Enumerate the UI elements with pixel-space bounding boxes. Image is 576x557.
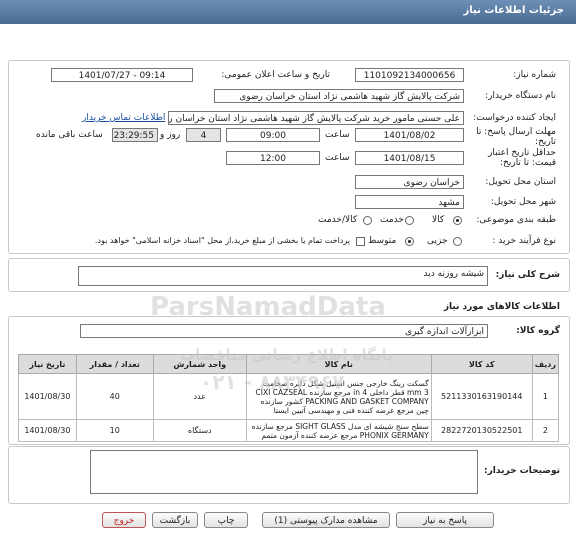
table-row: 2 2822720130522501 سطح سنج شیشه ای مدل S…	[18, 419, 560, 442]
price-date-field: 1401/08/15	[355, 151, 464, 165]
col-qty: تعداد / مقدار	[75, 354, 154, 374]
goods-table: ردیف کد کالا نام کالا واحد شمارش تعداد /…	[18, 354, 560, 442]
page-title: جزئیات اطلاعات نیاز	[463, 5, 564, 16]
watermark-brand: ParsNamadData	[150, 292, 386, 322]
cell-name: سطح سنج شیشه ای مدل SIGHT GLASS مرجع ساز…	[245, 419, 432, 442]
days-field: 4	[186, 128, 221, 142]
back-button[interactable]: بازگشت	[152, 512, 198, 528]
cell-code: 5211330163190144	[430, 373, 533, 420]
watermark-line2: ۰۲۱ - ۸۸۳۴۹۶۷	[200, 370, 345, 394]
cell-qty: 10	[75, 419, 154, 442]
price-time-label: ساعت	[325, 153, 350, 163]
price-time-field: 12:00	[226, 151, 320, 165]
need-number-label: شماره نیاز:	[513, 70, 556, 80]
city-field: مشهد	[355, 195, 464, 209]
announce-field: 1401/07/27 - 09:14	[51, 68, 193, 82]
announce-label: تاریخ و ساعت اعلان عمومی:	[221, 70, 330, 80]
send-deadline-label: مهلت ارسال پاسخ: تا تاریخ:	[476, 127, 556, 147]
cell-date: 1401/08/30	[18, 373, 77, 420]
goods-group-label: گروه کالا:	[516, 326, 560, 336]
category-option-goods: کالا	[432, 215, 445, 225]
col-row: ردیف	[531, 354, 560, 374]
days-label: روز و	[160, 130, 181, 140]
process-option-medium: متوسط	[368, 236, 397, 246]
goods-section-title: اطلاعات کالاهای مورد نیاز	[443, 302, 560, 312]
view-documents-button[interactable]: مشاهده مدارک پیوستی (1)	[262, 512, 390, 528]
cell-code: 2822720130522501	[430, 419, 533, 442]
price-validity-label: حداقل تاریخ اعتبار قیمت: تا تاریخ:	[488, 148, 556, 168]
category-radio-service[interactable]	[405, 216, 414, 225]
cell-qty: 40	[75, 373, 154, 420]
col-date: تاریخ نیاز	[18, 354, 77, 374]
buyer-notes-field[interactable]	[90, 450, 478, 494]
category-radio-both[interactable]	[363, 216, 372, 225]
category-option-both: کالا/خدمت	[318, 215, 358, 225]
province-field: خراسان رضوی	[355, 175, 464, 189]
category-label: طبقه بندی موضوعی:	[476, 215, 556, 225]
process-radio-minor[interactable]	[453, 237, 462, 246]
exit-button[interactable]: خروج	[102, 512, 146, 528]
cell-date: 1401/08/30	[18, 419, 77, 442]
city-label: شهر محل تحویل:	[490, 197, 556, 207]
cell-row: 1	[531, 373, 560, 420]
reply-button[interactable]: پاسخ به نیاز	[396, 512, 494, 528]
buyer-notes-label: توضیحات خریدار:	[484, 466, 560, 476]
process-option-minor: جزیی	[427, 236, 448, 246]
requester-label: ایجاد کننده درخواست:	[473, 113, 556, 123]
category-radio-goods[interactable]	[453, 216, 462, 225]
treasury-checkbox[interactable]	[356, 237, 365, 246]
col-code: کد کالا	[430, 354, 533, 374]
remaining-time-field: 23:29:55	[112, 128, 158, 142]
need-number-field: 1101092134000656	[355, 68, 464, 82]
buyer-org-label: نام دستگاه خریدار:	[485, 91, 556, 101]
goods-group-field: ابزارآلات اندازه گیری	[80, 324, 488, 338]
process-radio-medium[interactable]	[405, 237, 414, 246]
remaining-label: ساعت باقی مانده	[36, 130, 103, 140]
category-option-service: خدمت	[380, 215, 404, 225]
watermark-line1: پایگاه اطلاع رسانی مناقصات	[180, 346, 393, 364]
payment-note: پرداخت تمام یا بخشی از مبلغ خرید،از محل …	[94, 236, 350, 245]
page-header: جزئیات اطلاعات نیاز	[0, 0, 576, 24]
send-date-field: 1401/08/02	[355, 128, 464, 142]
print-button[interactable]: چاپ	[204, 512, 248, 528]
requester-field: علی حسنی مامور خرید شرکت پالایش گاز شهید…	[168, 111, 464, 125]
general-desc-field: شیشه روزنه دید	[78, 266, 488, 286]
send-time-field: 09:00	[226, 128, 320, 142]
buyer-org-field: شرکت پالایش گاز شهید هاشمی نژاد استان خر…	[214, 89, 464, 103]
contact-info-link[interactable]: اطلاعات تماس خریدار	[82, 113, 165, 123]
process-label: نوع فرآیند خرید :	[492, 236, 556, 246]
province-label: استان محل تحویل:	[485, 177, 556, 187]
cell-unit: دستگاه	[152, 419, 247, 442]
cell-row: 2	[531, 419, 560, 442]
send-time-label: ساعت	[325, 130, 350, 140]
general-desc-label: شرح کلی نیاز:	[495, 270, 560, 280]
